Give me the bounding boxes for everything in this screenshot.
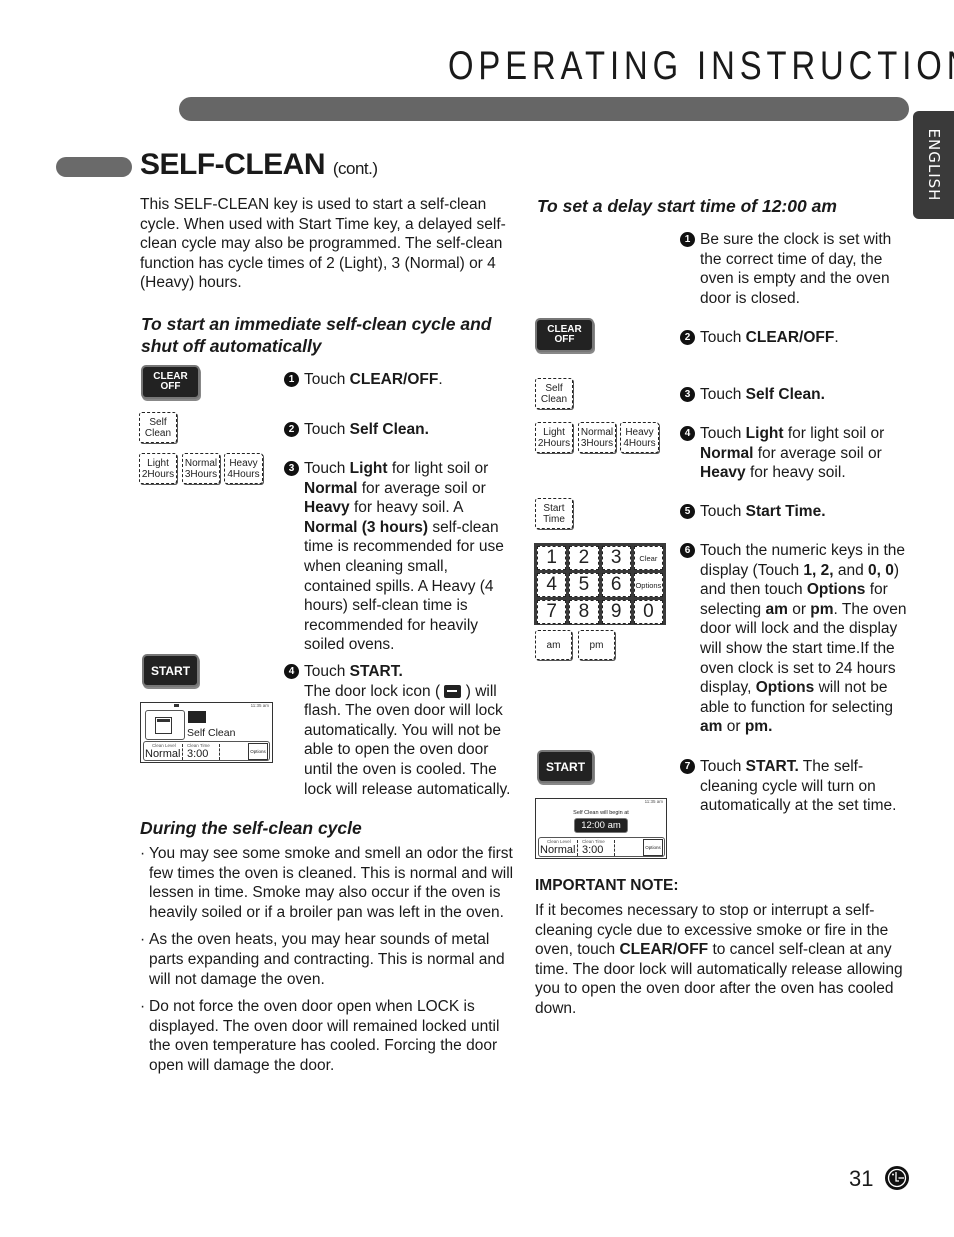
heavy-button[interactable]: Heavy 4Hours <box>224 453 263 484</box>
clean-time-value: 3:00 <box>187 748 209 760</box>
section-title: SELF-CLEAN (cont.) <box>140 148 378 182</box>
numeric-keypad: 1 2 3 Clear 4 5 6 Options 7 8 9 0 <box>534 543 666 625</box>
during-heading: During the self-clean cycle <box>140 818 362 838</box>
clear-off-button[interactable]: CLEAR OFF <box>141 365 200 399</box>
oven-display-delay-start: 11:35 am Self Clean will begin at 12:00 … <box>535 798 667 859</box>
light-button[interactable]: Light 2Hours <box>139 453 177 484</box>
delay-step-1: 1 Be sure the clock is set with the corre… <box>680 230 910 308</box>
display-settings-row: Clean Level Normal Clean Time 3:00 Optio… <box>538 837 665 857</box>
start-time-button[interactable]: Start Time <box>535 498 573 529</box>
oven-icon <box>145 710 185 740</box>
keypad-key-4[interactable]: 4 <box>537 573 567 597</box>
delay-step-6: 6 Touch the numeric keys in the display (… <box>680 541 912 737</box>
keypad-key-9[interactable]: 9 <box>601 600 631 624</box>
keypad-key-5[interactable]: 5 <box>569 573 599 597</box>
lg-logo-icon <box>885 1166 909 1190</box>
display-options-button[interactable]: Options <box>248 743 268 760</box>
keypad-key-clear[interactable]: Clear <box>633 546 663 570</box>
delay-step-2: 2 Touch CLEAR/OFF. <box>680 328 910 348</box>
section-title-suffix: (cont.) <box>332 159 378 178</box>
oven-display-self-clean: 11:35 am Self Clean Clean Level Normal C… <box>140 702 273 763</box>
start-button[interactable]: START <box>537 750 594 783</box>
keypad-key-8[interactable]: 8 <box>569 600 599 624</box>
keypad-key-0[interactable]: 0 <box>633 600 663 624</box>
delay-step-5: 5 Touch Start Time. <box>680 502 910 522</box>
normal-button[interactable]: Normal 3Hours <box>578 422 616 453</box>
display-clock: 11:35 am <box>250 703 269 708</box>
keypad-key-6[interactable]: 6 <box>601 573 631 597</box>
immediate-step-1: 1 Touch CLEAR/OFF. <box>284 370 516 390</box>
self-clean-button[interactable]: Self Clean <box>535 378 573 409</box>
display-start-time: 12:00 am <box>574 818 628 833</box>
clear-off-button[interactable]: CLEAR OFF <box>535 318 594 352</box>
keypad-key-options[interactable]: Options <box>633 573 663 597</box>
header-bar <box>179 97 909 121</box>
during-bullet: · You may see some smoke and smell an odo… <box>140 845 514 921</box>
delay-step-4: 4 Touch Light for light soil or Normal fo… <box>680 424 910 483</box>
section-pill-decoration <box>56 157 132 177</box>
immediate-step-2: 2 Touch Self Clean. <box>284 420 516 440</box>
keypad-key-3[interactable]: 3 <box>601 546 631 570</box>
language-tab: ENGLISH <box>913 111 954 219</box>
delay-step-7: 7 Touch START. The self-cleaning cycle wi… <box>680 757 910 816</box>
clear-off-label: CLEAR OFF <box>153 371 188 392</box>
during-bullet: · As the oven heats, you may hear sounds … <box>140 931 505 988</box>
lock-indicator-icon <box>174 704 179 707</box>
normal-button[interactable]: Normal 3Hours <box>182 453 220 484</box>
light-button[interactable]: Light 2Hours <box>535 422 573 453</box>
display-clock: 11:35 am <box>644 799 663 804</box>
page-header-title: OPERATING INSTRUCTIONS <box>448 44 954 88</box>
delay-heading: To set a delay start time of 12:00 am <box>537 196 837 216</box>
immediate-step-4: 4 Touch START. The door lock icon ( ) will… <box>284 662 516 799</box>
keypad-key-1[interactable]: 1 <box>537 546 567 570</box>
display-options-button[interactable]: Options <box>643 839 663 856</box>
am-button[interactable]: am <box>535 630 572 660</box>
keypad-key-7[interactable]: 7 <box>537 600 567 624</box>
clean-level-value: Normal <box>145 748 181 760</box>
pm-button[interactable]: pm <box>578 630 615 660</box>
keypad-key-2[interactable]: 2 <box>569 546 599 570</box>
page-number: 31 <box>849 1166 874 1191</box>
section-title-text: SELF-CLEAN <box>140 148 326 181</box>
immediate-steps: 1 Touch CLEAR/OFF. <box>284 370 516 390</box>
display-mode: Self Clean <box>187 727 236 739</box>
self-clean-button[interactable]: Self Clean <box>139 412 177 443</box>
intro-paragraph: This SELF-CLEAN key is used to start a s… <box>140 196 506 292</box>
self-clean-mode-icon <box>188 711 206 723</box>
immediate-step-3: 3 Touch Light for light soil or Normal fo… <box>284 459 516 655</box>
during-bullet: · Do not force the oven door open when LO… <box>140 998 500 1074</box>
heavy-button[interactable]: Heavy 4Hours <box>620 422 659 453</box>
language-tab-label: ENGLISH <box>924 128 943 202</box>
important-note-heading: IMPORTANT NOTE: <box>535 877 679 894</box>
during-bullets: · You may see some smoke and smell an odo… <box>140 844 518 1076</box>
display-message: Self Clean will begin at <box>573 810 629 816</box>
display-settings-row: Clean Level Normal Clean Time 3:00 Optio… <box>143 741 270 761</box>
immediate-heading: To start an immediate self-clean cycle a… <box>141 314 492 356</box>
important-note-body: If it becomes necessary to stop or inter… <box>535 902 903 1017</box>
delay-step-3: 3 Touch Self Clean. <box>680 385 910 405</box>
clean-level-value: Normal <box>540 844 576 856</box>
clean-time-value: 3:00 <box>582 844 604 856</box>
door-lock-icon <box>444 684 462 698</box>
start-button[interactable]: START <box>142 654 199 687</box>
